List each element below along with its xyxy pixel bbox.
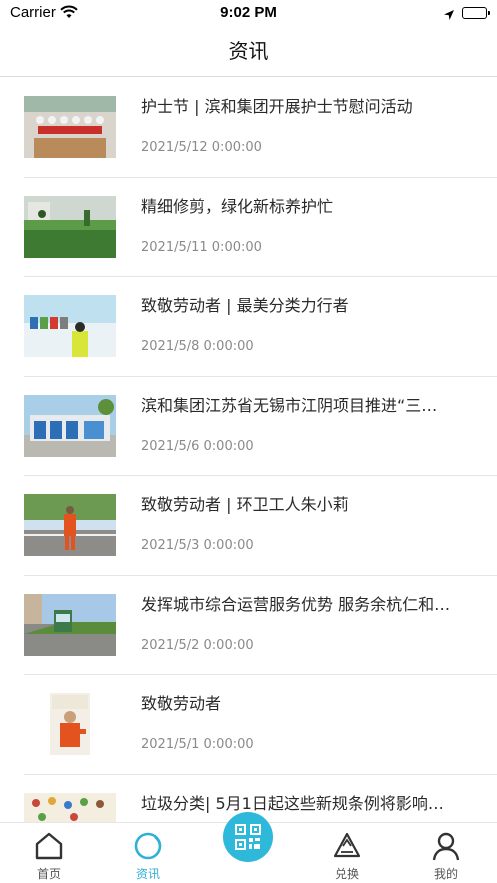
tab-news[interactable]: 资讯 [113, 823, 183, 883]
news-thumbnail [24, 394, 116, 457]
news-date: 2021/5/8 0:00:00 [141, 339, 254, 354]
tab-mine-label: 我的 [433, 867, 458, 881]
tab-news-label: 资讯 [135, 867, 160, 881]
news-date: 2021/5/12 0:00:00 [141, 140, 262, 155]
news-title: 滨和集团江苏省无锡市江阴项目推进“三… [141, 395, 438, 415]
page-title: 资讯 [228, 39, 269, 63]
news-item[interactable]: 护士节 | 滨和集团开展护士节慰问活动 2021/5/12 0:00:00 [24, 78, 497, 178]
news-item[interactable]: 滨和集团江苏省无锡市江阴项目推进“三… 2021/5/6 0:00:00 [24, 377, 497, 476]
tab-exchange-label: 兑换 [334, 867, 359, 881]
news-list[interactable]: 护士节 | 滨和集团开展护士节慰问活动 2021/5/12 0:00:00 精细… [0, 78, 497, 822]
news-thumbnail [24, 593, 116, 656]
home-icon [34, 831, 64, 861]
news-title: 致敬劳动者 | 最美分类力行者 [141, 296, 349, 315]
news-date: 2021/5/1 0:00:00 [141, 737, 254, 752]
news-title: 精细修剪，绿化新标养护忙 [141, 196, 334, 216]
news-thumbnail [24, 693, 116, 755]
news-title: 发挥城市综合运营服务优势 服务余杭仁和… [141, 594, 451, 614]
news-thumbnail [24, 96, 116, 158]
news-item[interactable]: 致敬劳动者 2021/5/1 0:00:00 [24, 675, 497, 775]
tab-mine[interactable]: 我的 [411, 823, 481, 883]
tab-home[interactable]: 首页 [14, 823, 84, 883]
news-icon [133, 831, 163, 861]
news-date: 2021/5/6 0:00:00 [141, 438, 254, 454]
navigation-bar: 资讯 [0, 28, 497, 77]
news-item[interactable]: 精细修剪，绿化新标养护忙 2021/5/11 0:00:00 [24, 178, 497, 277]
recycle-icon [332, 831, 362, 861]
news-title: 垃圾分类| 5月1日起这些新规条例将影响… [141, 793, 444, 813]
news-title: 护士节 | 滨和集团开展护士节慰问活动 [141, 97, 413, 116]
news-date: 2021/5/2 0:00:00 [141, 637, 254, 653]
user-icon [431, 831, 461, 861]
news-thumbnail [24, 792, 116, 822]
news-title: 致敬劳动者 | 环卫工人朱小莉 [141, 495, 349, 514]
scan-qr-button[interactable] [223, 812, 273, 862]
qr-code-icon [235, 824, 261, 850]
news-date: 2021/5/11 0:00:00 [141, 239, 262, 255]
news-item[interactable]: 致敬劳动者 | 最美分类力行者 2021/5/8 0:00:00 [24, 277, 497, 377]
news-thumbnail [24, 494, 116, 556]
news-date: 2021/5/3 0:00:00 [141, 538, 254, 553]
clock: 9:02 PM [220, 4, 277, 21]
news-item[interactable]: 致敬劳动者 | 环卫工人朱小莉 2021/5/3 0:00:00 [24, 476, 497, 576]
news-thumbnail [24, 195, 116, 258]
status-bar: Carrier 9:02 PM [0, 0, 497, 28]
news-thumbnail [24, 295, 116, 357]
tab-exchange[interactable]: 兑换 [312, 823, 382, 883]
location-arrow-icon [443, 6, 455, 25]
tab-home-label: 首页 [36, 867, 61, 881]
news-title: 致敬劳动者 [141, 694, 222, 713]
news-item[interactable]: 发挥城市综合运营服务优势 服务余杭仁和… 2021/5/2 0:00:00 [24, 576, 497, 675]
battery-icon [462, 7, 490, 19]
